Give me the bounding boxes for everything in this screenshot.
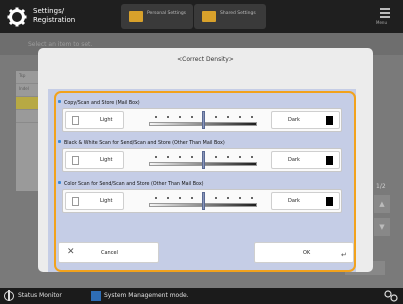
slider-step-dot: [215, 156, 217, 158]
menu-label: Menu: [376, 20, 387, 25]
cancel-button[interactable]: ✕ Cancel: [58, 242, 159, 263]
slider-step-dot: [179, 197, 181, 199]
scroll-down-icon: ▼: [374, 218, 390, 236]
correct-density-dialog: <Correct Density> Copy/Scan and Store (M…: [38, 48, 373, 272]
density-row-color-scan: Light Dark: [62, 189, 342, 213]
dark-icon: [326, 116, 333, 125]
close-icon: ✕: [67, 247, 75, 257]
light-button[interactable]: Light: [65, 151, 124, 169]
status-bar: Status Monitor System Management mode.: [0, 288, 403, 304]
light-icon: [72, 156, 79, 165]
dark-label: Dark: [288, 117, 300, 123]
slider-step-dot: [251, 116, 253, 118]
slider-step-dot: [227, 156, 229, 158]
slider-step-dot: [155, 116, 157, 118]
dark-icon: [326, 197, 333, 206]
light-label: Light: [100, 198, 113, 204]
personal-settings-button[interactable]: Personal Settings: [121, 4, 193, 29]
status-monitor-label[interactable]: Status Monitor: [18, 292, 62, 299]
dark-button[interactable]: Dark: [271, 111, 340, 129]
density-slider[interactable]: [149, 192, 257, 210]
cancel-label: Cancel: [101, 250, 118, 256]
menu-icon: [380, 8, 390, 10]
menu-icon-line: [380, 16, 390, 18]
slider-step-dot: [215, 116, 217, 118]
dark-label: Dark: [288, 157, 300, 163]
personal-settings-icon: [129, 11, 143, 22]
status-monitor-icon: [4, 290, 14, 301]
setting-label-copy: Copy/Scan and Store (Mail Box): [58, 100, 140, 106]
ok-button[interactable]: OK ↵: [254, 242, 354, 263]
density-slider[interactable]: [149, 151, 257, 169]
enter-icon: ↵: [341, 251, 347, 259]
density-slider[interactable]: [149, 111, 257, 129]
menu-button[interactable]: Menu: [372, 4, 398, 29]
density-row-copy: Light Dark: [62, 108, 342, 132]
dialog-title: <Correct Density>: [177, 56, 234, 63]
network-icon: [384, 290, 398, 302]
shared-settings-icon: [202, 11, 216, 22]
setting-label-text: Color Scan for Send/Scan and Store (Othe…: [64, 182, 204, 187]
dark-button[interactable]: Dark: [271, 151, 340, 169]
bullet-icon: [58, 140, 61, 143]
slider-step-dot: [179, 116, 181, 118]
slider-step-dot: [239, 156, 241, 158]
setting-label-text: Copy/Scan and Store (Mail Box): [64, 101, 140, 106]
slider-step-dot: [251, 197, 253, 199]
setting-label-color-scan: Color Scan for Send/Scan and Store (Othe…: [58, 181, 204, 187]
slider-step-dot: [167, 197, 169, 199]
ok-label: OK: [303, 250, 311, 256]
dark-icon: [326, 156, 333, 165]
slider-step-dot: [227, 116, 229, 118]
slider-step-dot: [239, 116, 241, 118]
light-icon: [72, 116, 79, 125]
slider-step-dot: [215, 197, 217, 199]
slider-step-dot: [155, 197, 157, 199]
top-bar: Settings/ Registration Personal Settings…: [0, 0, 403, 33]
slider-step-dot: [179, 156, 181, 158]
slider-step-dot: [155, 156, 157, 158]
slider-step-dot: [227, 197, 229, 199]
light-icon: [72, 197, 79, 206]
slider-thumb[interactable]: [201, 151, 205, 169]
dark-button[interactable]: Dark: [271, 192, 340, 210]
shared-settings-label: Shared Settings: [220, 11, 256, 16]
slider-step-dot: [251, 156, 253, 158]
bullet-icon: [58, 181, 61, 184]
slider-step-dot: [167, 116, 169, 118]
menu-icon-line: [380, 12, 390, 14]
slider-step-dot: [191, 197, 193, 199]
personal-settings-label: Personal Settings: [147, 11, 187, 16]
shared-settings-button[interactable]: Shared Settings: [194, 4, 266, 29]
system-management-label: System Management mode.: [104, 292, 189, 299]
density-row-bw-scan: Light Dark: [62, 148, 342, 172]
slider-step-dot: [167, 156, 169, 158]
setting-label-text: Black & White Scan for Send/Scan and Sto…: [64, 141, 225, 146]
setting-label-bw-scan: Black & White Scan for Send/Scan and Sto…: [58, 140, 225, 146]
slider-thumb[interactable]: [201, 111, 205, 129]
bullet-icon: [58, 100, 61, 103]
slider-step-dot: [239, 197, 241, 199]
light-label: Light: [100, 117, 113, 123]
light-label: Light: [100, 157, 113, 163]
gear-icon: [7, 7, 27, 27]
scroll-up-icon: ▲: [374, 195, 390, 213]
dark-label: Dark: [288, 198, 300, 204]
light-button[interactable]: Light: [65, 192, 124, 210]
slider-step-dot: [191, 156, 193, 158]
page-indicator: 1/2: [376, 183, 386, 190]
slider-step-dot: [191, 116, 193, 118]
slider-thumb[interactable]: [201, 192, 205, 210]
system-management-icon: [91, 291, 101, 301]
light-button[interactable]: Light: [65, 111, 124, 129]
app-title: Settings/ Registration: [33, 7, 76, 24]
